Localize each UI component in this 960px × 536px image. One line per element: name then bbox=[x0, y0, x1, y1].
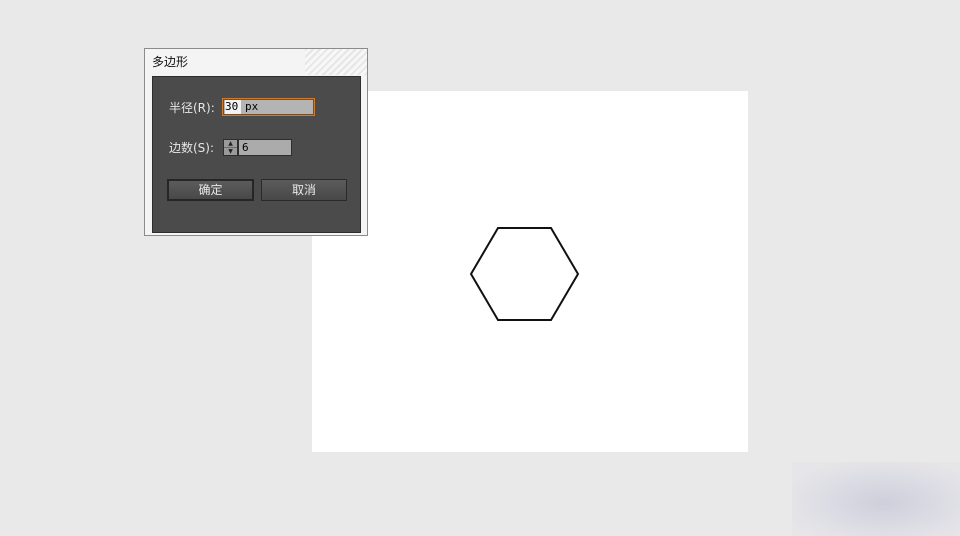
sides-input[interactable]: 6 bbox=[238, 139, 292, 156]
polygon-dialog: 多边形 半径(R): 30 px 边数(S): ▲ ▼ 6 确定 取消 bbox=[144, 48, 368, 236]
radius-unit: px bbox=[245, 100, 259, 113]
artboard[interactable] bbox=[312, 91, 748, 452]
radius-label: 半径(R): bbox=[169, 101, 215, 115]
chevron-up-icon[interactable]: ▲ bbox=[224, 140, 237, 148]
blurred-watermark bbox=[792, 462, 960, 536]
dialog-title: 多边形 bbox=[152, 55, 189, 69]
canvas-svg bbox=[469, 227, 580, 321]
sides-label: 边数(S): bbox=[169, 141, 215, 155]
hexagon-shape[interactable] bbox=[469, 227, 580, 321]
radius-input[interactable]: 30 px bbox=[222, 98, 315, 116]
dialog-titlebar[interactable]: 多边形 bbox=[145, 49, 367, 75]
sides-stepper[interactable]: ▲ ▼ bbox=[223, 139, 238, 156]
radius-value[interactable]: 30 bbox=[225, 100, 241, 114]
dialog-body: 半径(R): 30 px 边数(S): ▲ ▼ 6 确定 取消 bbox=[152, 76, 361, 233]
chevron-down-icon[interactable]: ▼ bbox=[224, 148, 237, 155]
cancel-button[interactable]: 取消 bbox=[261, 179, 347, 201]
ok-button[interactable]: 确定 bbox=[167, 179, 254, 201]
